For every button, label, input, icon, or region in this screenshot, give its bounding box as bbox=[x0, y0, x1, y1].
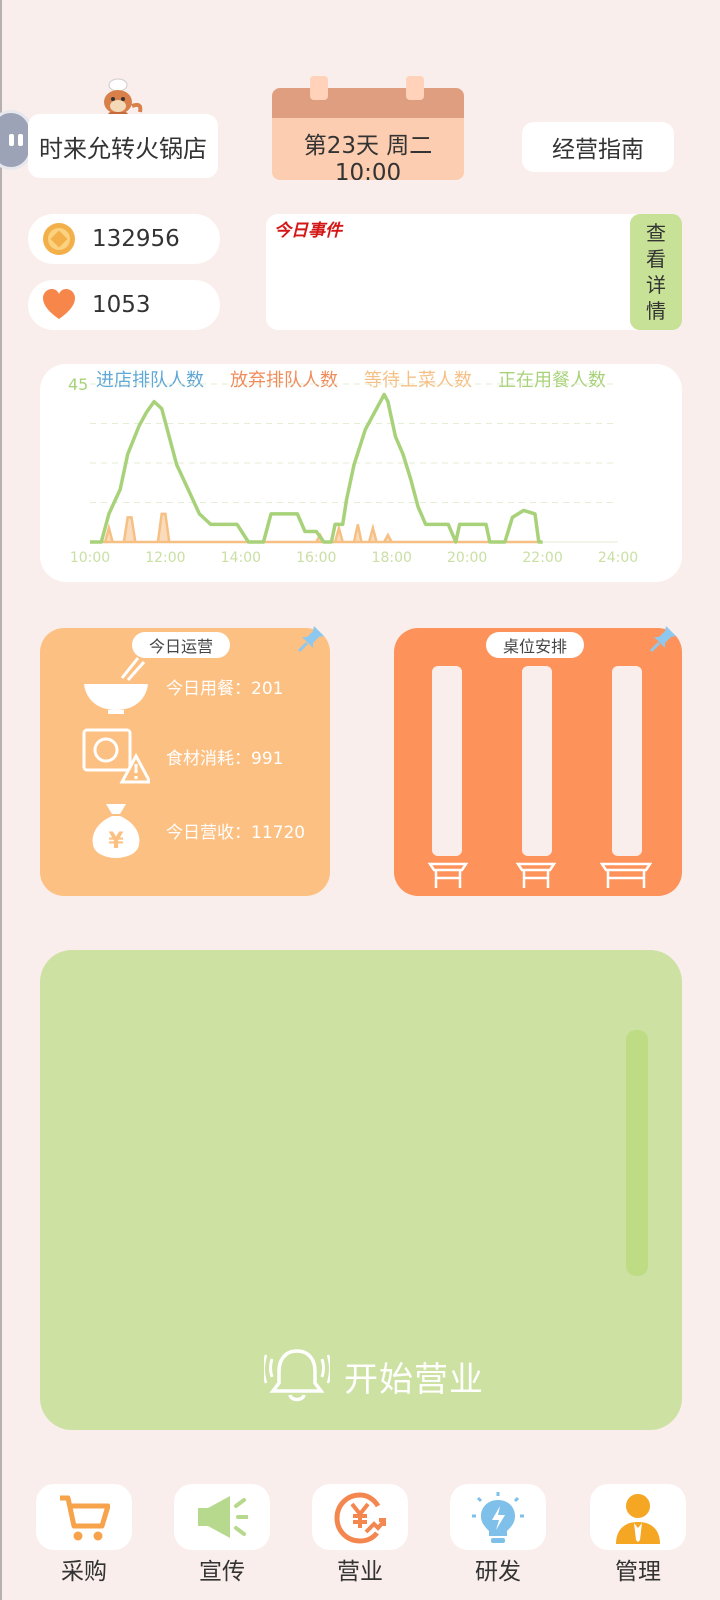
nav-icon-box bbox=[312, 1484, 408, 1550]
ops-row-revenue: ¥ 今日营收：11720 bbox=[40, 800, 330, 860]
table-icon bbox=[600, 862, 652, 888]
shop-name: 时来允转火锅店 bbox=[39, 134, 207, 163]
ingredient-usage: 食材消耗：991 bbox=[166, 749, 284, 769]
calendar-ring bbox=[406, 76, 424, 100]
bulb-icon bbox=[472, 1492, 524, 1543]
pin-icon[interactable] bbox=[648, 624, 678, 654]
nav-business[interactable]: 营业 bbox=[312, 1484, 408, 1585]
nav-icon-box bbox=[36, 1484, 132, 1550]
yen-exchange-icon bbox=[334, 1492, 386, 1544]
hearts-value: 1053 bbox=[92, 292, 151, 318]
events-title: 今日事件 bbox=[274, 221, 342, 241]
bell-icon bbox=[264, 1349, 330, 1402]
nav-promotion[interactable]: 宣传 bbox=[174, 1484, 270, 1585]
bowl-icon bbox=[84, 657, 148, 714]
money-bag-icon: ¥ bbox=[92, 804, 140, 858]
nav-icon-box bbox=[450, 1484, 546, 1550]
nav-research[interactable]: 研发 bbox=[450, 1484, 546, 1585]
details-char: 查 bbox=[646, 221, 666, 245]
shop-name-card[interactable]: 时来允转火锅店 bbox=[28, 114, 218, 178]
x-tick-label: 16:00 bbox=[296, 550, 336, 566]
x-tick-label: 12:00 bbox=[145, 550, 185, 566]
view-details-button[interactable]: 查 看 详 情 bbox=[630, 214, 682, 330]
x-tick-label: 14:00 bbox=[221, 550, 261, 566]
megaphone-icon bbox=[198, 1496, 248, 1538]
heart-icon bbox=[43, 289, 75, 319]
pause-icon bbox=[9, 134, 23, 146]
y-tick-label: 45 bbox=[68, 375, 88, 394]
calendar-ring bbox=[310, 76, 328, 100]
window-edge bbox=[0, 0, 2, 1600]
details-char: 情 bbox=[646, 299, 666, 323]
coins-value: 132956 bbox=[92, 226, 180, 252]
guide-button[interactable]: 经营指南 bbox=[522, 122, 674, 172]
x-tick-label: 24:00 bbox=[598, 550, 638, 566]
nav-label: 研发 bbox=[475, 1559, 521, 1585]
nav-icon-box bbox=[174, 1484, 270, 1550]
meals-today: 今日用餐：201 bbox=[166, 679, 284, 699]
nav-label: 宣传 bbox=[199, 1559, 245, 1585]
pin-icon[interactable] bbox=[296, 624, 326, 654]
table-slot[interactable] bbox=[612, 666, 642, 856]
table-slot[interactable] bbox=[522, 666, 552, 856]
details-char: 看 bbox=[646, 247, 666, 271]
calendar-widget: 第23天 周二 10:00 bbox=[272, 76, 464, 180]
coins-pill: 132956 bbox=[28, 214, 220, 264]
today-events-panel: 今日事件 查 看 详 情 bbox=[266, 214, 682, 330]
nav-label: 管理 bbox=[615, 1559, 661, 1585]
series-dining-line bbox=[90, 392, 543, 544]
revenue-today: 今日营收：11720 bbox=[166, 823, 306, 843]
calendar-day: 第23天 周二 bbox=[303, 133, 433, 159]
coin-icon bbox=[43, 223, 75, 255]
guide-label: 经营指南 bbox=[552, 137, 644, 163]
cart-icon bbox=[60, 1495, 110, 1541]
start-business-button[interactable]: 开始营业 bbox=[264, 1342, 484, 1410]
table-icon bbox=[515, 862, 557, 888]
today-ops-card: 今日运营 今日用餐：201 食材消耗：991 ¥ 今日营收：11720 bbox=[40, 626, 330, 896]
calendar-body: 第23天 周二 10:00 bbox=[272, 88, 464, 180]
nav-purchase[interactable]: 采购 bbox=[36, 1484, 132, 1585]
nav-management[interactable]: 管理 bbox=[590, 1484, 686, 1585]
nav-label: 采购 bbox=[61, 1559, 107, 1585]
details-char: 详 bbox=[646, 273, 666, 297]
table-arrangement-card[interactable]: 桌位安排 bbox=[394, 626, 682, 896]
svg-text:¥: ¥ bbox=[108, 829, 124, 854]
hearts-pill: 1053 bbox=[28, 280, 220, 330]
table-icon bbox=[427, 862, 469, 888]
queue-chart: 进店排队人数 放弃排队人数 等待上菜人数 正在用餐人数 45 10:00 12:00… bbox=[40, 364, 682, 582]
tables-title: 桌位安排 bbox=[486, 632, 584, 658]
chart-plot: 45 10:00 12:00 14:00 16:00 18:00 20:00 22:00 24:… bbox=[68, 375, 638, 566]
service-panel: 开始营业 bbox=[40, 950, 682, 1430]
series-waiting-line bbox=[90, 512, 543, 544]
calendar-time: 10:00 bbox=[334, 160, 402, 180]
table-slot[interactable] bbox=[432, 666, 462, 856]
x-tick-label: 22:00 bbox=[522, 550, 562, 566]
x-tick-label: 20:00 bbox=[447, 550, 487, 566]
ops-row-ingredients: 食材消耗：991 bbox=[40, 726, 330, 786]
nav-icon-box bbox=[590, 1484, 686, 1550]
x-tick-label: 10:00 bbox=[70, 550, 110, 566]
ops-title: 今日运营 bbox=[132, 632, 230, 658]
start-business-label: 开始营业 bbox=[344, 1359, 484, 1400]
ops-row-meals: 今日用餐：201 bbox=[40, 656, 330, 716]
calendar-header bbox=[272, 88, 464, 118]
nav-label: 营业 bbox=[337, 1559, 383, 1585]
manager-icon bbox=[616, 1494, 660, 1544]
x-tick-label: 18:00 bbox=[372, 550, 412, 566]
scrollbar[interactable] bbox=[626, 1030, 648, 1276]
ingredient-warning-icon bbox=[82, 728, 150, 784]
